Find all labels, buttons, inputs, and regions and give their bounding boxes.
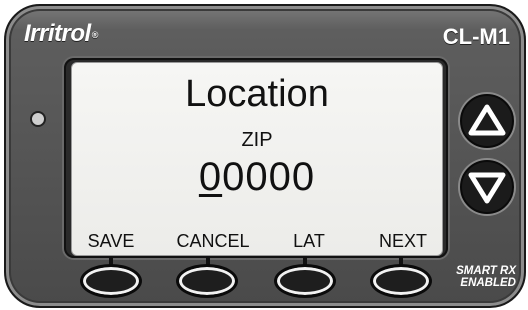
softkey-label-cancel: CANCEL <box>176 231 250 251</box>
down-button[interactable] <box>460 160 514 214</box>
lcd-screen: Location ZIP 00000 SAVE CANCEL LAT NEXT <box>71 62 443 256</box>
next-button[interactable] <box>370 264 432 298</box>
zip-digits: 0000 <box>222 155 316 199</box>
save-button[interactable] <box>80 264 142 298</box>
smart-rx-badge: SMART RX ENABLED <box>456 265 516 289</box>
softkey-label-save: SAVE <box>87 231 135 251</box>
screen-title: Location <box>185 73 329 115</box>
field-label: ZIP <box>241 129 273 151</box>
softkey-label-lat: LAT <box>293 231 325 251</box>
lat-button[interactable] <box>274 264 336 298</box>
cursor-digit: 0 <box>198 155 223 199</box>
up-arrow-icon <box>468 104 506 136</box>
brand-logo: Irritrol® <box>24 20 98 47</box>
zip-value: 00000 <box>72 155 442 200</box>
down-arrow-icon <box>468 172 506 204</box>
cancel-button[interactable] <box>176 264 238 298</box>
softkey-labels: SAVE CANCEL LAT NEXT <box>72 231 442 253</box>
up-button[interactable] <box>460 94 514 148</box>
status-led-icon <box>30 111 46 127</box>
model-label: CL-M1 <box>442 24 510 49</box>
softkey-label-next: NEXT <box>378 231 427 251</box>
